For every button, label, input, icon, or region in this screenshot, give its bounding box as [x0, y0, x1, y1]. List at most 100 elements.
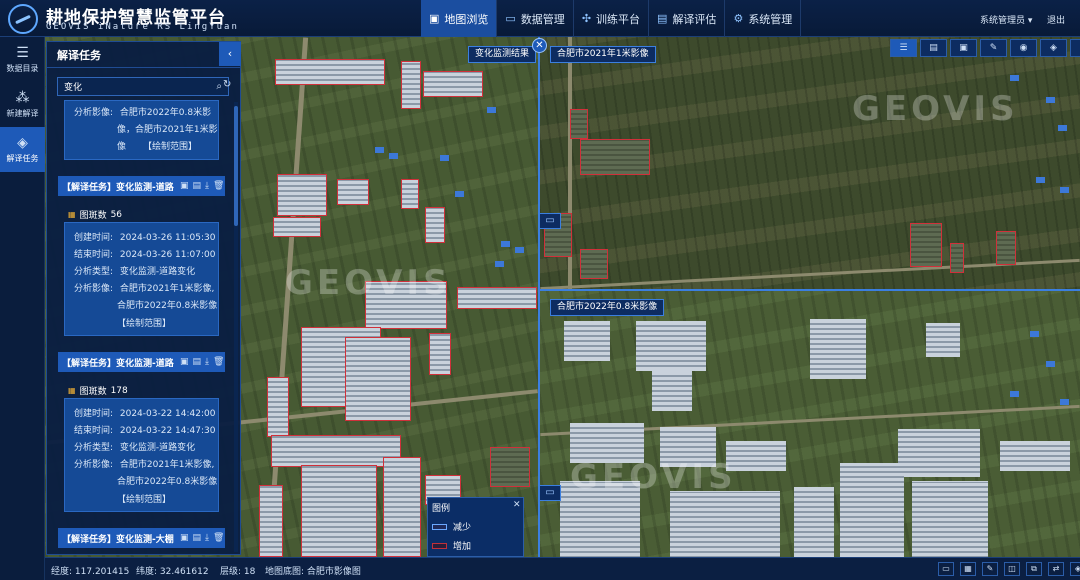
grid-icon[interactable]: ▦	[960, 562, 976, 576]
detail-icon[interactable]: ▤	[193, 357, 202, 367]
draw-range-link[interactable]: 【绘制范围】	[117, 492, 171, 505]
split-divider-horizontal[interactable]	[540, 289, 1080, 291]
lon-value: 117.201415	[74, 567, 130, 577]
database-icon: ☰	[16, 44, 29, 61]
nav-map-browse[interactable]: ▣ 地图浏览	[421, 0, 498, 37]
task-images-cont: 合肥市2022年0.8米影像	[117, 301, 218, 311]
user-menu[interactable]: 系统管理员 ▾	[980, 13, 1032, 26]
export-icon[interactable]: ▣	[180, 533, 189, 543]
field-value: 合肥市2022年0.8米影	[119, 108, 212, 118]
download-icon[interactable]: ⤓	[205, 357, 209, 367]
export-icon[interactable]: ▣	[180, 181, 189, 191]
draw-range-link[interactable]: 【绘制范围】	[143, 139, 197, 152]
close-compare-button[interactable]: ✕	[532, 38, 547, 53]
building	[501, 241, 510, 247]
level-value: 18	[243, 567, 256, 577]
scroll-thumb[interactable]	[234, 106, 238, 226]
task-card-header[interactable]: 【解译任务】变化监测-道路... ▣ ▤ ⤓ 🗑	[58, 176, 225, 196]
lat-label: 纬度:	[136, 567, 158, 577]
nav-data-management[interactable]: ▭ 数据管理	[497, 0, 574, 37]
logout-button[interactable]: 退出	[1047, 13, 1065, 26]
task-search: ⌕	[57, 77, 229, 96]
task-card-header[interactable]: 【解译任务】变化监测-道路... ▣ ▤ ⤓ 🗑	[58, 352, 225, 372]
task-images-cont: 合肥市2022年0.8米影像	[117, 477, 218, 487]
download-icon[interactable]: ⤓	[205, 533, 209, 543]
close-icon[interactable]: ✕	[513, 500, 521, 510]
collapse-panel-button[interactable]: ‹	[219, 42, 241, 66]
greenhouse-patch	[564, 321, 610, 361]
building	[487, 107, 496, 113]
greenhouse-patch	[636, 321, 706, 371]
camera-icon[interactable]: ◉	[1010, 39, 1037, 57]
delete-icon[interactable]: 🗑	[213, 181, 224, 191]
rail-label: 解译任务	[6, 153, 39, 163]
network-icon: ⁂	[15, 89, 30, 106]
nav-system[interactable]: ⚙ 系统管理	[725, 0, 802, 37]
fullscreen-icon[interactable]: ⛶	[1070, 39, 1080, 57]
greenhouse-patch	[259, 485, 283, 557]
split-divider-vertical[interactable]	[538, 37, 540, 557]
field-label: 创建时间:	[74, 233, 114, 243]
lon-label: 经度:	[51, 567, 73, 577]
layers-icon[interactable]: ◈	[1070, 562, 1080, 576]
nav-evaluation[interactable]: ▤ 解译评估	[649, 0, 726, 37]
greenhouse-patch	[271, 435, 401, 467]
task-title: 【解译任务】变化监测-道路...	[62, 358, 174, 369]
lat-value: 32.461612	[159, 567, 209, 577]
basemap-label: 地图底图:	[265, 567, 305, 577]
greenhouse-patch	[337, 179, 369, 205]
detail-icon[interactable]: ▤	[193, 181, 202, 191]
basemap-readout: 地图底图: 合肥市影像图	[265, 564, 361, 577]
nav-training[interactable]: ✣ 训练平台	[574, 0, 650, 37]
search-icon[interactable]: ⌕	[216, 81, 222, 92]
rail-item-data-catalog[interactable]: ☰ 数据目录	[0, 37, 45, 82]
field-value: 2024-03-22 14:47:30	[119, 426, 216, 436]
panel-title: 解译任务	[47, 42, 240, 68]
legend-swatch	[432, 523, 447, 530]
field-value: 变化监测-道路变化	[119, 267, 196, 277]
building	[1010, 391, 1019, 397]
export-icon[interactable]: ▣	[180, 357, 189, 367]
nav-label: 训练平台	[596, 12, 641, 26]
search-input[interactable]	[64, 81, 217, 92]
screen-icon[interactable]: ▭	[938, 562, 954, 576]
field-label: 分析影像:	[74, 284, 114, 294]
map-pane-2022-image[interactable]: GEOVIS	[540, 291, 1080, 557]
compare-icon[interactable]: ⧉	[1026, 562, 1042, 576]
field-label: 分析类型:	[74, 267, 114, 277]
task-card-header[interactable]: 【解译任务】变化监测-大棚... ▣ ▤ ⤓ 🗑	[58, 528, 225, 548]
collapse-handle-bottom[interactable]: ▭	[539, 485, 561, 501]
map-pane-2021-image[interactable]: GEOVIS	[540, 37, 1080, 290]
rail-item-new-interpretation[interactable]: ⁂ 新建解译	[0, 82, 45, 127]
layers-icon[interactable]: ◈	[1040, 39, 1067, 57]
legend-title: 图例	[432, 504, 451, 514]
building	[1046, 97, 1055, 103]
refresh-icon[interactable]: ↻	[223, 79, 231, 90]
list-icon[interactable]: ☰	[890, 39, 917, 57]
rail-item-interpretation-tasks[interactable]: ◈ 解译任务	[0, 127, 45, 172]
building	[1030, 331, 1039, 337]
task-title: 【解译任务】变化监测-道路...	[62, 182, 174, 193]
field-label: 结束时间:	[74, 250, 114, 260]
pane-label-2021-image: 合肥市2021年1米影像	[550, 46, 656, 63]
crop-icon[interactable]: ▣	[950, 39, 977, 57]
app-subtitle: GEOVIS iNature RS LingYuan	[46, 22, 239, 32]
swap-icon[interactable]: ⇄	[1048, 562, 1064, 576]
greenhouse-patch	[423, 71, 483, 97]
edit-icon[interactable]: ✎	[980, 39, 1007, 57]
download-icon[interactable]: ⤓	[205, 181, 209, 191]
delete-icon[interactable]: 🗑	[213, 533, 224, 543]
greenhouse-patch	[457, 287, 537, 309]
draw-range-link[interactable]: 【绘制范围】	[117, 316, 171, 329]
count-label: 图斑数	[79, 387, 107, 397]
edit-icon[interactable]: ✎	[982, 562, 998, 576]
delete-icon[interactable]: 🗑	[213, 357, 224, 367]
split-icon[interactable]: ◫	[1004, 562, 1020, 576]
building	[1058, 125, 1067, 131]
detail-icon[interactable]: ▤	[193, 533, 202, 543]
note-icon[interactable]: ▤	[920, 39, 947, 57]
legend-panel: 图例 ✕ 减少 增加	[427, 497, 524, 557]
field-value: 合肥市2021年1米影像,	[119, 284, 215, 294]
collapse-handle-top[interactable]: ▭	[539, 213, 561, 229]
nav-label: 数据管理	[520, 12, 565, 26]
